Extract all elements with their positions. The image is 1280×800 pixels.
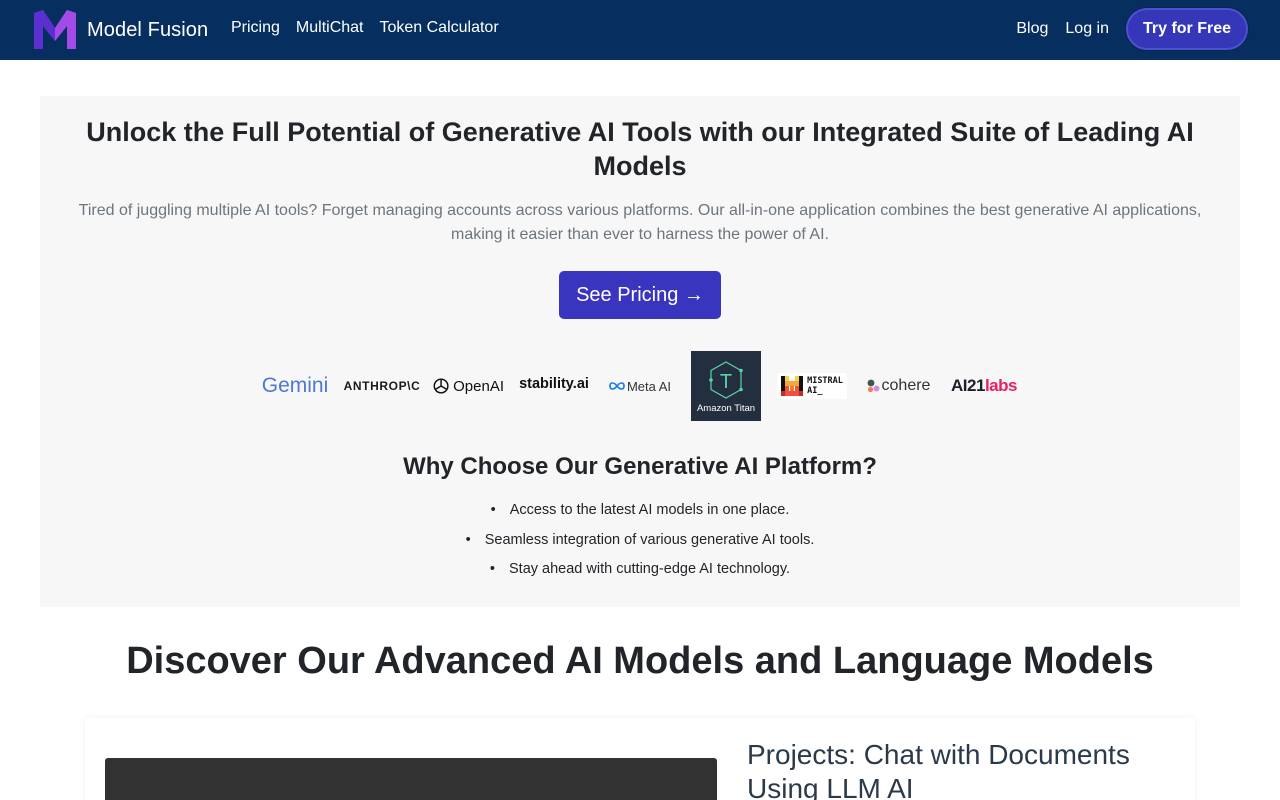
- titan-hexagon-icon: T: [709, 361, 743, 399]
- gemini-logo: Gemini: [260, 371, 330, 401]
- cohere-logo-text: cohere: [881, 377, 931, 394]
- openai-logo-text: OpenAI: [453, 377, 504, 395]
- cohere-dots-icon: [867, 379, 880, 393]
- ai21-labs-text: labs: [984, 376, 1018, 395]
- anthropic-logo-text: ANTHROP\C: [343, 379, 421, 393]
- ai21-logo-text: AI21: [951, 376, 985, 395]
- titan-logo-text: Amazon Titan: [696, 403, 756, 414]
- anthropic-logo: ANTHROP\C: [343, 377, 421, 395]
- mistral-logo-text: MISTRAL AI_: [807, 376, 843, 396]
- nav-token-calculator-link[interactable]: Token Calculator: [379, 19, 498, 37]
- nav-login-link[interactable]: Log in: [1065, 20, 1109, 38]
- meta-ai-logo: Meta AI: [605, 375, 675, 397]
- cohere-logo: cohere: [862, 375, 934, 397]
- ai-provider-logos: Gemini ANTHROP\C OpenAI stability.ai Met…: [40, 351, 1240, 421]
- mistral-m-icon: [781, 376, 804, 396]
- openai-knot-icon: [433, 378, 449, 394]
- see-pricing-button[interactable]: See Pricing →: [559, 271, 721, 319]
- top-navbar: Model Fusion Pricing MultiChat Token Cal…: [0, 0, 1280, 60]
- svg-text:T: T: [720, 371, 732, 393]
- nav-blog-link[interactable]: Blog: [1016, 20, 1048, 38]
- stability-logo-text: stability.ai: [519, 376, 589, 392]
- gemini-logo-text: Gemini: [261, 374, 329, 397]
- project-card-title[interactable]: Projects: Chat with Documents Using LLM …: [747, 738, 1177, 800]
- why-choose-list: Access to the latest AI models in one pl…: [40, 496, 1240, 585]
- openai-logo: OpenAI: [432, 375, 504, 397]
- nav-pricing-link[interactable]: Pricing: [231, 19, 280, 37]
- nav-multichat-link[interactable]: MultiChat: [296, 19, 364, 37]
- meta-infinity-icon: [609, 382, 625, 390]
- list-item: Seamless integration of various generati…: [40, 526, 1240, 556]
- list-item: Access to the latest AI models in one pl…: [40, 496, 1240, 526]
- list-item: Stay ahead with cutting-edge AI technolo…: [40, 555, 1240, 585]
- stability-ai-logo: stability.ai: [518, 373, 590, 395]
- mistral-line-1: MISTRAL: [807, 376, 843, 386]
- hero-subtitle: Tired of juggling multiple AI tools? For…: [78, 202, 1202, 243]
- primary-nav: Pricing MultiChat Token Calculator: [231, 19, 515, 37]
- secondary-nav: Blog Log in Try for Free: [1016, 8, 1248, 50]
- meta-logo-text: Meta AI: [626, 378, 672, 394]
- model-fusion-logo-icon: [34, 10, 76, 49]
- hero-section: Unlock the Full Potential of Generative …: [40, 96, 1240, 607]
- brand-name: Model Fusion: [87, 18, 209, 41]
- hero-title: Unlock the Full Potential of Generative …: [86, 117, 1194, 181]
- mistral-ai-logo: MISTRAL AI_: [777, 373, 847, 399]
- why-choose-heading: Why Choose Our Generative AI Platform?: [403, 453, 877, 480]
- ai21-labs-logo: AI21 labs: [948, 373, 1020, 399]
- try-for-free-button[interactable]: Try for Free: [1126, 8, 1248, 50]
- discover-heading: Discover Our Advanced AI Models and Lang…: [126, 640, 1154, 682]
- amazon-titan-logo: T Amazon Titan: [691, 351, 761, 421]
- mistral-line-2: AI_: [807, 386, 823, 396]
- project-card: Projects: Chat with Documents Using LLM …: [85, 718, 1195, 800]
- brand-link[interactable]: Model Fusion: [33, 9, 208, 51]
- project-card-media: [105, 758, 717, 800]
